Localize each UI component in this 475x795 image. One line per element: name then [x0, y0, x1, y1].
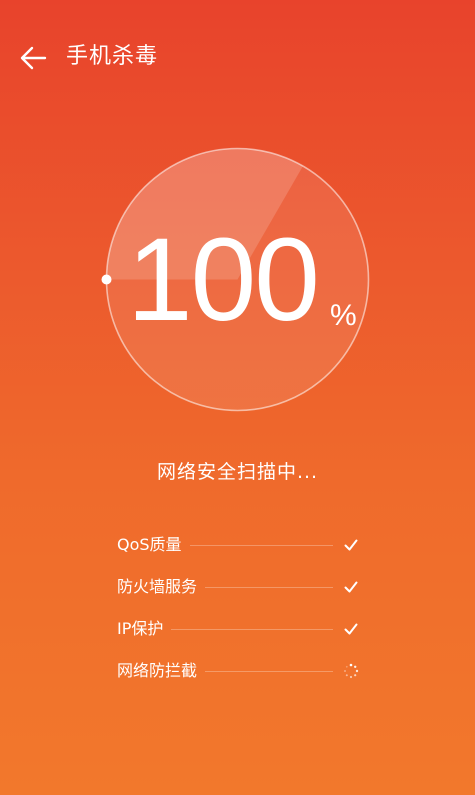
progress-unit: % — [330, 299, 357, 332]
dotted-leader-line — [171, 628, 333, 630]
check-icon — [344, 539, 358, 551]
dotted-leader-line — [205, 670, 333, 672]
check-item-label: IP保护 — [117, 619, 164, 638]
check-item-label: 网络防拦截 — [117, 661, 198, 680]
scan-progress-dial: 100 % — [95, 137, 380, 422]
check-icon — [344, 581, 358, 593]
check-item-label: QoS质量 — [117, 535, 182, 554]
dotted-leader-line — [189, 544, 333, 546]
dotted-leader-line — [205, 586, 333, 588]
check-item-firewall: 防火墙服务 — [117, 566, 359, 608]
scan-check-list: QoS质量 防火墙服务 IP保护 网络防拦截 — [117, 524, 359, 692]
check-item-qos: QoS质量 — [117, 524, 359, 566]
spinner-icon — [344, 663, 359, 679]
check-icon — [344, 623, 358, 635]
back-arrow-icon[interactable] — [18, 44, 48, 72]
page-title: 手机杀毒 — [66, 44, 159, 69]
check-item-label: 防火墙服务 — [117, 577, 198, 596]
scan-status-text: 网络安全扫描中... — [156, 461, 319, 483]
check-item-ip-protection: IP保护 — [117, 608, 359, 650]
check-item-anti-intercept: 网络防拦截 — [117, 650, 359, 692]
app-header: 手机杀毒 — [0, 0, 475, 115]
